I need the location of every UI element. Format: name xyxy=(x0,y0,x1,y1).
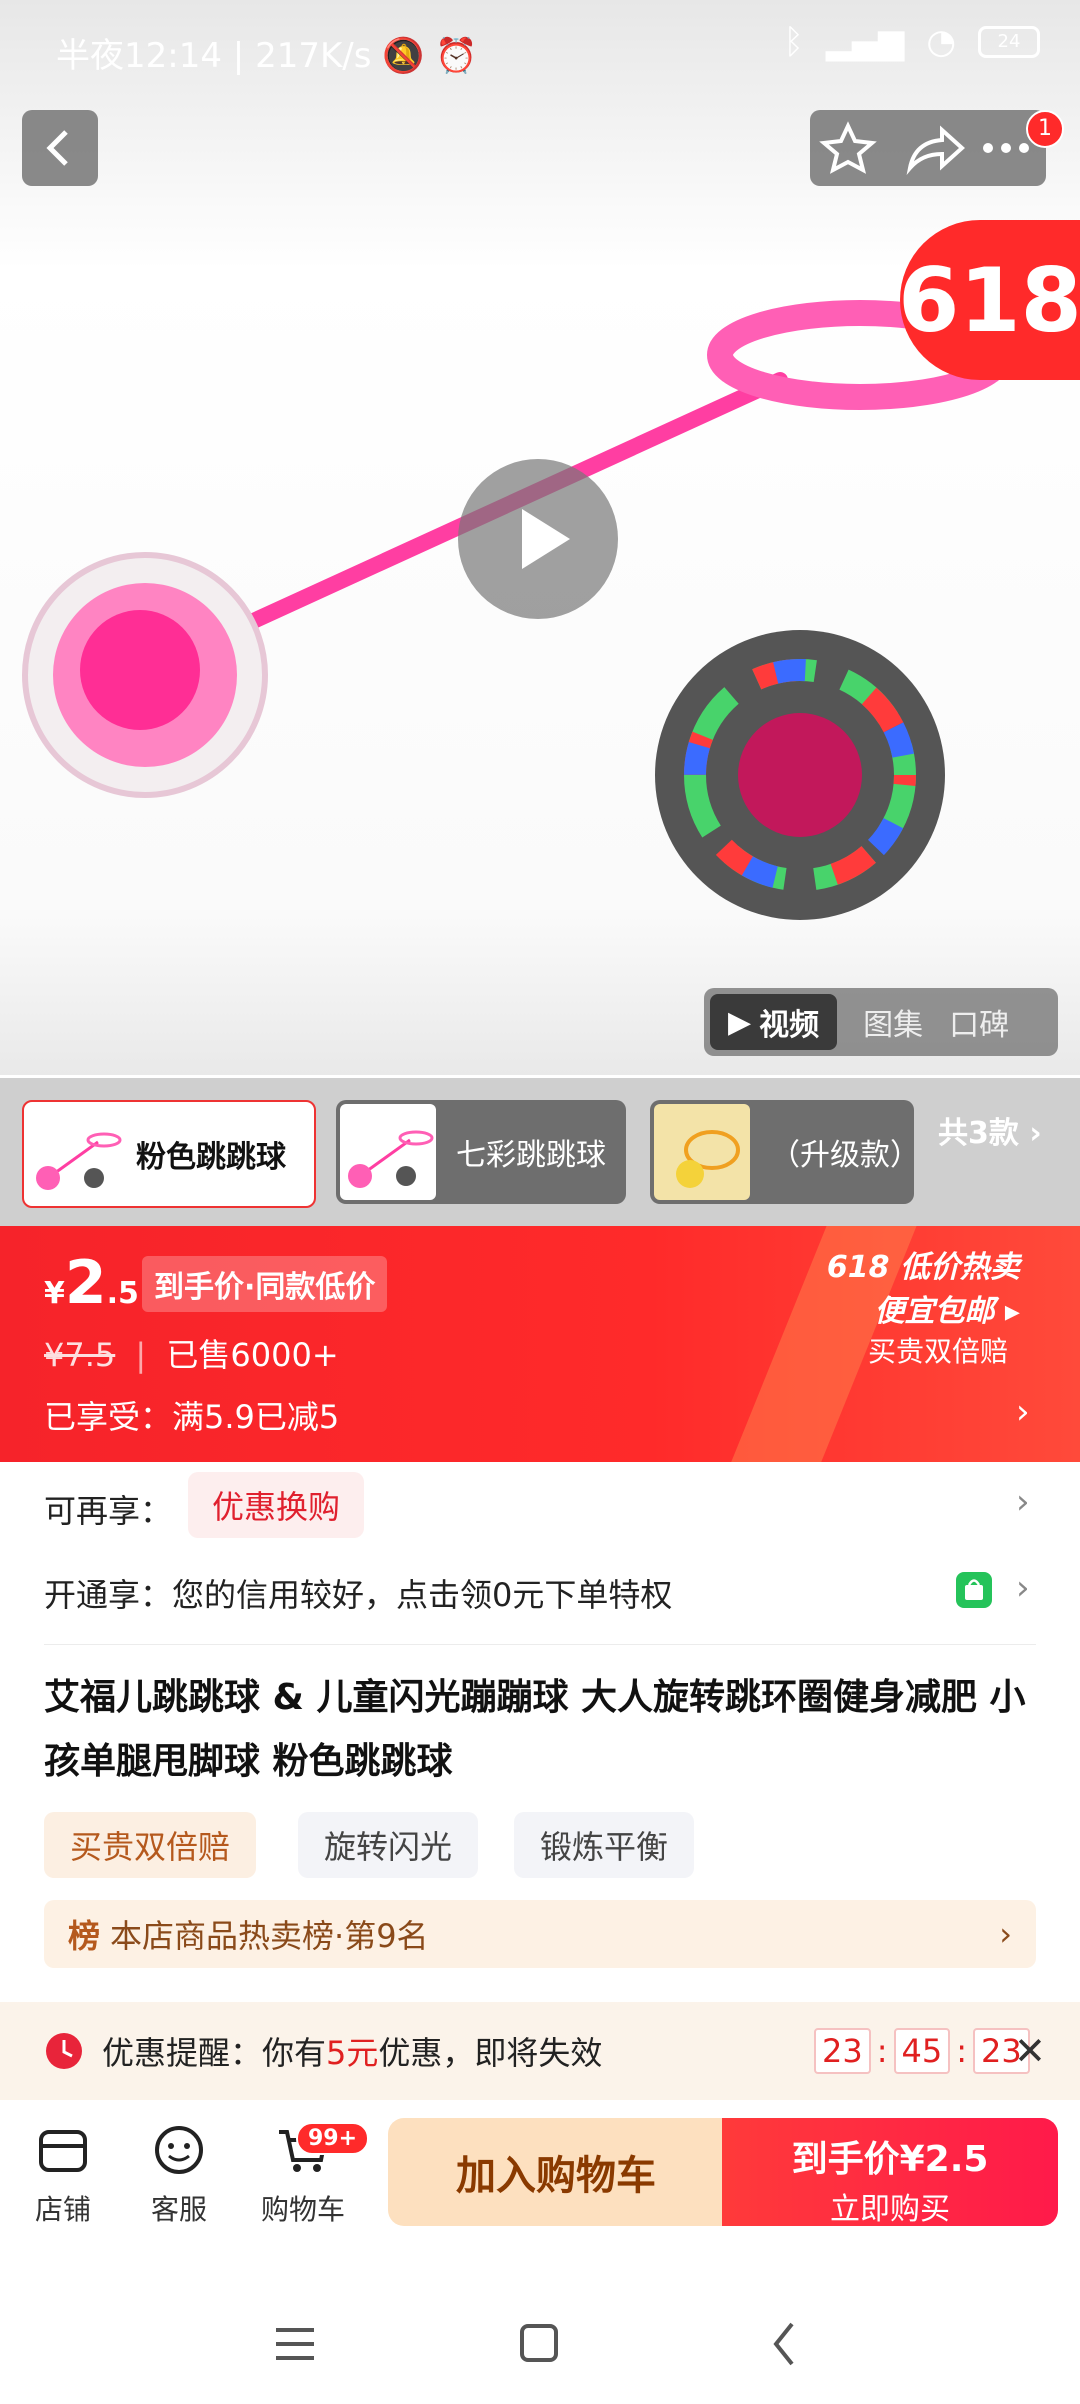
customer-service-button[interactable]: 客服 xyxy=(134,2122,224,2228)
tab-gallery[interactable]: 图集 xyxy=(863,1000,923,1044)
more-icon[interactable] xyxy=(983,143,1029,153)
battery-icon: 24 xyxy=(978,26,1040,58)
rank-text: 本店商品热卖榜·第9名 xyxy=(110,1917,429,1955)
divider xyxy=(44,1644,1036,1645)
chevron-right-icon[interactable]: › xyxy=(1016,1482,1030,1522)
status-time: 半夜12:14 xyxy=(56,36,222,76)
variant-pink[interactable]: 粉色跳跳球 xyxy=(22,1100,316,1208)
buy-now-button[interactable]: 到手价¥2.5 立即购买 xyxy=(722,2118,1058,2227)
tag-spin-flash[interactable]: 旋转闪光 xyxy=(298,1812,479,1878)
notification-badge: 1 xyxy=(1026,110,1064,148)
variant-strip: 粉色跳跳球 七彩跳跳球 （升级款） xyxy=(0,1078,1080,1226)
shop-button[interactable]: 店铺 xyxy=(18,2122,108,2228)
countdown-timer: 23: 45: 23 xyxy=(814,2028,1030,2074)
media-tabs: ▶ 视频 图集 口碑 xyxy=(704,988,1058,1056)
share-icon[interactable] xyxy=(906,125,965,176)
tab-reviews[interactable]: 口碑 xyxy=(949,1000,1009,1044)
menu-icon[interactable] xyxy=(276,2328,314,2360)
variant-label: 粉色跳跳球 xyxy=(136,1140,286,1175)
sold-count: 已售6000+ xyxy=(166,1336,339,1374)
promo-line-2: 便宜包邮 ▸ xyxy=(874,1294,1020,1329)
alarm-icon: ⏰ xyxy=(435,36,478,76)
close-icon[interactable]: ✕ xyxy=(1014,2029,1046,2073)
clock-icon xyxy=(46,2033,82,2069)
promo-line-3: 买贵双倍赔 xyxy=(868,1335,1009,1368)
system-nav-bar xyxy=(0,2300,1080,2400)
variant-color[interactable]: 七彩跳跳球 xyxy=(336,1100,626,1204)
variant-thumb xyxy=(340,1104,436,1200)
favorite-star-icon[interactable] xyxy=(819,121,877,174)
extra-offer-label: 可再享： xyxy=(44,1492,173,1530)
price-meta: ¥7.5 | 已售6000+ xyxy=(44,1336,339,1374)
variant-thumb xyxy=(654,1104,750,1200)
play-video-button[interactable] xyxy=(458,459,618,619)
original-price: ¥7.5 xyxy=(44,1336,116,1374)
tag-balance[interactable]: 锻炼平衡 xyxy=(514,1812,695,1878)
status-bar: 半夜12:14 | 217K/s 🔕 ⏰ ᛒ ▂▄▆ ◔ 24 xyxy=(0,0,1080,100)
shop-rank-banner[interactable]: 榜 本店商品热卖榜·第9名 › xyxy=(44,1900,1036,1968)
tag-price-guarantee[interactable]: 买贵双倍赔 xyxy=(44,1812,257,1878)
promo-block: 618 低价热卖 便宜包邮 ▸ xyxy=(827,1246,1020,1334)
top-actions xyxy=(810,110,1046,186)
play-icon xyxy=(522,509,570,569)
credit-offer-row[interactable]: 开通享：您的信用较好，点击领0元下单特权 xyxy=(44,1570,672,1616)
bottom-action-bar: 店铺 客服 购物车 99+ 加入购物车 到手价¥2.5 立即购买 xyxy=(0,2100,1080,2240)
tab-video[interactable]: ▶ 视频 xyxy=(710,994,838,1050)
back-nav-icon[interactable] xyxy=(773,2322,794,2366)
chevron-right-icon[interactable]: › xyxy=(1016,1568,1030,1608)
chevron-right-icon: › xyxy=(999,1915,1012,1953)
add-to-cart-button[interactable]: 加入购物车 xyxy=(388,2118,724,2226)
shop-icon xyxy=(39,2130,87,2172)
bluetooth-icon: ᛒ xyxy=(783,22,804,62)
variant-upgrade[interactable]: （升级款） xyxy=(650,1100,914,1204)
promo-618-badge: 618 xyxy=(898,220,1080,380)
exchange-offer-tag[interactable]: 优惠换购 xyxy=(188,1472,365,1538)
wifi-icon: ◔ xyxy=(926,22,956,62)
product-title: 艾福儿跳跳球 & 儿童闪光蹦蹦球 大人旋转跳环圈健身减肥 小孩单腿甩脚球 粉色跳… xyxy=(44,1677,1026,1782)
price-tag: 到手价·同款低价 xyxy=(142,1256,388,1312)
rank-icon: 榜 xyxy=(68,1917,101,1955)
cart-count-badge: 99+ xyxy=(296,2122,370,2155)
bag-icon xyxy=(956,1572,992,1608)
net-speed: 217K/s xyxy=(255,36,372,76)
mute-icon: 🔕 xyxy=(382,36,425,76)
product-hero[interactable]: 1 618 ▶ 视频 图集 口碑 xyxy=(0,0,1080,1075)
current-price: ¥2.5 xyxy=(44,1248,139,1318)
chevron-right-icon: › xyxy=(1016,1392,1030,1432)
variant-label: （升级款） xyxy=(770,1138,914,1173)
chevron-left-icon xyxy=(46,130,68,166)
promo-line-1: 618 低价热卖 xyxy=(826,1250,1020,1285)
more-variants-link[interactable]: 共3款 › xyxy=(938,1108,1042,1152)
chat-face-icon xyxy=(155,2126,203,2174)
home-icon[interactable] xyxy=(520,2324,558,2362)
variant-thumb xyxy=(28,1106,124,1202)
variant-label: 七彩跳跳球 xyxy=(456,1138,606,1173)
reminder-text: 优惠提醒：你有5元优惠，即将失效 xyxy=(102,2034,603,2072)
discount-applied: 已享受：满5.9已减5 xyxy=(44,1398,340,1436)
signal-icon: ▂▄▆ xyxy=(825,22,905,62)
price-banner[interactable]: ¥2.5 到手价·同款低价 ¥7.5 | 已售6000+ 已享受：满5.9已减5… xyxy=(0,1226,1080,1462)
back-button[interactable] xyxy=(22,110,98,186)
coupon-reminder-bar[interactable]: 优惠提醒：你有5元优惠，即将失效 23: 45: 23 ✕ xyxy=(0,2002,1080,2100)
